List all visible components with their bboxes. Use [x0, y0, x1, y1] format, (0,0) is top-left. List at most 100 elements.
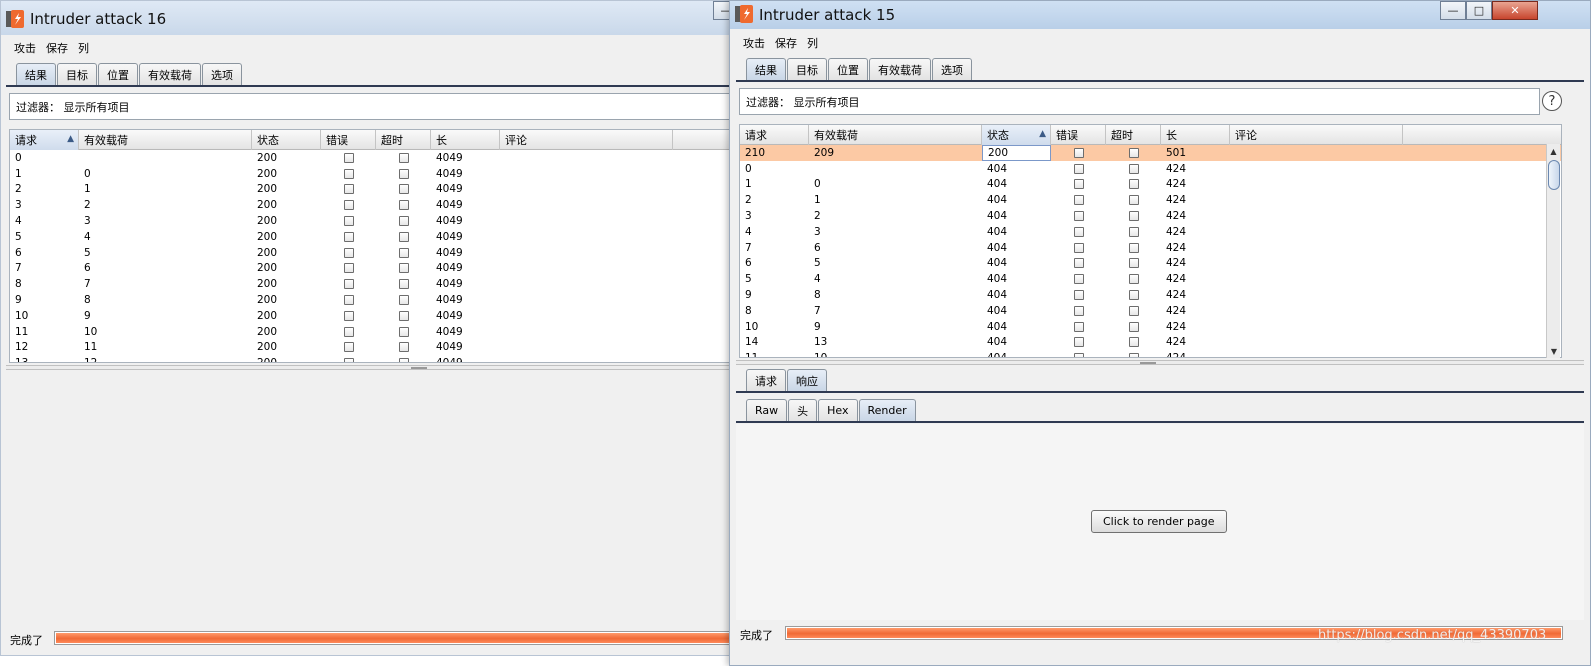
tab-options[interactable]: 选项 — [202, 63, 242, 85]
menu-attack[interactable]: 攻击 — [14, 40, 36, 56]
column-header-payload[interactable]: 有效载荷 — [79, 130, 252, 150]
checkbox[interactable] — [1128, 163, 1139, 174]
tab-target[interactable]: 目标 — [787, 58, 827, 80]
checkbox[interactable] — [343, 263, 354, 274]
tab-target[interactable]: 目标 — [57, 63, 97, 85]
maximize-button[interactable]: □ — [1466, 1, 1492, 20]
checkbox[interactable] — [398, 247, 409, 258]
scroll-down-icon[interactable]: ▼ — [1547, 344, 1561, 358]
column-header-timeout[interactable]: 超时 — [376, 130, 431, 150]
table-row[interactable]: 12 11 200 4049 — [10, 340, 738, 356]
column-header-error[interactable]: 错误 — [321, 130, 376, 150]
tab-payloads[interactable]: 有效载荷 — [139, 63, 201, 85]
column-header-status[interactable]: 状态 ▲ — [982, 125, 1051, 145]
table-row[interactable]: 1110404 424 — [740, 350, 1561, 357]
checkbox[interactable] — [1128, 211, 1139, 222]
checkbox[interactable] — [343, 231, 354, 242]
checkbox[interactable] — [398, 295, 409, 306]
tab-render[interactable]: Render — [858, 399, 916, 421]
checkbox[interactable] — [343, 295, 354, 306]
column-header-comment[interactable]: 评论 — [1230, 125, 1403, 145]
checkbox[interactable] — [1128, 305, 1139, 316]
table-row[interactable]: 210 209 200 501 — [740, 145, 1561, 161]
close-button[interactable]: ✕ — [1492, 1, 1538, 20]
pane-splitter[interactable] — [736, 360, 1584, 365]
title-bar[interactable]: Intruder attack 16 — — [1, 1, 739, 35]
checkbox[interactable] — [343, 342, 354, 353]
tab-hex[interactable]: Hex — [818, 399, 858, 421]
checkbox[interactable] — [398, 279, 409, 290]
column-header-error[interactable]: 错误 — [1051, 125, 1106, 145]
checkbox[interactable] — [1073, 290, 1084, 301]
checkbox[interactable] — [398, 310, 409, 321]
checkbox[interactable] — [1073, 147, 1084, 158]
menu-columns[interactable]: 列 — [807, 35, 818, 51]
table-row[interactable]: 7 6 404 424 — [740, 240, 1561, 256]
checkbox[interactable] — [343, 216, 354, 227]
checkbox[interactable] — [1073, 337, 1084, 348]
checkbox[interactable] — [1128, 337, 1139, 348]
tab-headers[interactable]: 头 — [788, 399, 818, 421]
render-page-button[interactable]: Click to render page — [1091, 510, 1227, 533]
checkbox[interactable] — [398, 342, 409, 353]
checkbox[interactable] — [1128, 226, 1139, 237]
tab-response[interactable]: 响应 — [787, 369, 827, 391]
checkbox[interactable] — [398, 358, 409, 362]
checkbox[interactable] — [1073, 258, 1084, 269]
checkbox[interactable] — [343, 200, 354, 211]
pane-splitter[interactable] — [6, 365, 739, 370]
table-scrollbar[interactable]: ▲ ▼ — [1546, 144, 1560, 358]
checkbox[interactable] — [1073, 305, 1084, 316]
checkbox[interactable] — [1128, 353, 1139, 357]
menu-save[interactable]: 保存 — [775, 35, 797, 51]
checkbox[interactable] — [398, 326, 409, 337]
table-row[interactable]: 10 9 404 424 — [740, 319, 1561, 335]
checkbox[interactable] — [1073, 211, 1084, 222]
checkbox[interactable] — [343, 184, 354, 195]
checkbox[interactable] — [343, 310, 354, 321]
tab-payloads[interactable]: 有效载荷 — [869, 58, 931, 80]
tab-raw[interactable]: Raw — [746, 399, 788, 421]
table-row[interactable]: 4 3 404 424 — [740, 224, 1561, 240]
column-header-request[interactable]: 请求 ▲ — [10, 130, 79, 150]
help-icon[interactable]: ? — [1542, 91, 1562, 111]
table-row[interactable]: 0 404 424 — [740, 161, 1561, 177]
checkbox[interactable] — [343, 247, 354, 258]
table-row[interactable]: 14 13 404 424 — [740, 335, 1561, 351]
checkbox[interactable] — [343, 358, 354, 362]
checkbox[interactable] — [1073, 179, 1084, 190]
scroll-thumb[interactable] — [1548, 160, 1560, 190]
checkbox[interactable] — [398, 231, 409, 242]
scroll-up-icon[interactable]: ▲ — [1547, 144, 1560, 158]
title-bar[interactable]: Intruder attack 15 — □ ✕ — [730, 1, 1590, 29]
table-row[interactable]: 5 4 404 424 — [740, 271, 1561, 287]
checkbox[interactable] — [1073, 242, 1084, 253]
table-row[interactable]: 10 9 200 4049 — [10, 308, 738, 324]
tab-request[interactable]: 请求 — [746, 369, 786, 391]
tab-positions[interactable]: 位置 — [98, 63, 138, 85]
table-row[interactable]: 6 5 404 424 — [740, 256, 1561, 272]
checkbox[interactable] — [1128, 290, 1139, 301]
checkbox[interactable] — [1073, 226, 1084, 237]
checkbox[interactable] — [1073, 195, 1084, 206]
checkbox[interactable] — [1128, 321, 1139, 332]
checkbox[interactable] — [343, 168, 354, 179]
table-row[interactable]: 9 8 200 4049 — [10, 292, 738, 308]
menu-attack[interactable]: 攻击 — [743, 35, 765, 51]
table-row[interactable]: 1 0 200 4049 — [10, 166, 738, 182]
table-row[interactable]: 5 4 200 4049 — [10, 229, 738, 245]
table-row[interactable]: 3 2 200 4049 — [10, 197, 738, 213]
checkbox[interactable] — [1128, 179, 1139, 190]
checkbox[interactable] — [398, 168, 409, 179]
column-header-comment[interactable]: 评论 — [500, 130, 673, 150]
checkbox[interactable] — [1128, 195, 1139, 206]
tab-results[interactable]: 结果 — [746, 58, 786, 80]
tab-options[interactable]: 选项 — [932, 58, 972, 80]
column-header-length[interactable]: 长 — [1161, 125, 1230, 145]
checkbox[interactable] — [343, 152, 354, 163]
checkbox[interactable] — [1073, 274, 1084, 285]
checkbox[interactable] — [1073, 353, 1084, 357]
table-row[interactable]: 2 1 404 424 — [740, 192, 1561, 208]
checkbox[interactable] — [1128, 258, 1139, 269]
checkbox[interactable] — [1128, 242, 1139, 253]
